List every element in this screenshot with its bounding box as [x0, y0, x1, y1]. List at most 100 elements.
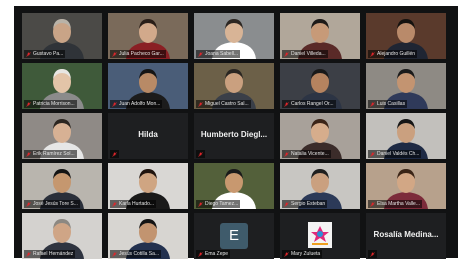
- participant-display-name: Humberto Diegl...: [200, 130, 268, 139]
- mic-muted-icon: [112, 151, 117, 157]
- participant-name-tag: Juan Adolfo Mon...: [110, 100, 163, 108]
- participant-name: Karla Hurtado...: [119, 201, 155, 207]
- participant-name: Daniel Valdés Ch...: [377, 151, 420, 157]
- participant-name: Miguel Castro Sal...: [205, 101, 249, 107]
- mic-muted-icon: [198, 251, 203, 257]
- participant-name: Joana Sabell...: [205, 51, 239, 57]
- mic-muted-icon: [112, 51, 117, 57]
- mic-muted-icon: [370, 201, 375, 207]
- participant-name: Diego Tamez...: [205, 201, 239, 207]
- participant-display-name: Rosalía Medina...: [373, 230, 439, 239]
- participant-tile[interactable]: Erik Ramírez Sol...: [22, 113, 102, 159]
- participant-name-tag: Karla Hurtado...: [110, 200, 157, 208]
- participant-name-tag: Julia Pacheco Gar...: [110, 50, 166, 58]
- participant-tile[interactable]: Karla Hurtado...: [108, 163, 188, 209]
- participant-tile[interactable]: E Ema Zepe: [194, 213, 274, 259]
- mic-muted-icon: [26, 51, 31, 57]
- participant-name-tag: Rafael Hernández: [24, 250, 76, 258]
- mic-muted-icon: [26, 251, 31, 257]
- participant-name-tag: [196, 150, 205, 158]
- participant-name: Gustavo Pa...: [33, 51, 64, 57]
- participant-name: Juan Adolfo Mon...: [119, 101, 161, 107]
- participant-name-tag: Miguel Castro Sal...: [196, 100, 251, 108]
- participant-tile[interactable]: Diego Tamez...: [194, 163, 274, 209]
- participant-tile[interactable]: Juan Adolfo Mon...: [108, 63, 188, 109]
- participant-name-tag: Patricia Morrison...: [24, 100, 77, 108]
- participant-gallery: Gustavo Pa... Julia Pacheco Gar... Joana S…: [22, 13, 446, 259]
- participant-name: Daniel Villeda...: [291, 51, 326, 57]
- participant-tile[interactable]: Rosalía Medina...: [366, 213, 446, 259]
- participant-tile[interactable]: Patricia Morrison...: [22, 63, 102, 109]
- participant-tile[interactable]: Daniel Villeda...: [280, 13, 360, 59]
- mic-muted-icon: [284, 101, 289, 107]
- participant-tile[interactable]: Carlos Rangel Or...: [280, 63, 360, 109]
- participant-tile[interactable]: Humberto Diegl...: [194, 113, 274, 159]
- participant-name-tag: [110, 150, 119, 158]
- mic-muted-icon: [370, 51, 375, 57]
- participant-name-tag: Natalia Vicente...: [282, 150, 331, 158]
- participant-tile[interactable]: Luis Casillas: [366, 63, 446, 109]
- participant-name: Natalia Vicente...: [291, 151, 329, 157]
- participant-tile[interactable]: Rafael Hernández: [22, 213, 102, 259]
- participant-name-tag: Ema Zepe: [196, 250, 231, 258]
- participant-name-tag: Sergio Esteban: [282, 200, 328, 208]
- mic-muted-icon: [26, 201, 31, 207]
- mic-muted-icon: [26, 101, 31, 107]
- mic-muted-icon: [284, 151, 289, 157]
- mic-muted-icon: [198, 101, 203, 107]
- participant-name: Patricia Morrison...: [33, 101, 75, 107]
- participant-name: Ema Zepe: [205, 251, 229, 257]
- participant-name-tag: Joana Sabell...: [196, 50, 241, 58]
- participant-avatar: E: [220, 223, 248, 249]
- participant-name-tag: Daniel Villeda...: [282, 50, 328, 58]
- participant-tile[interactable]: Joana Sabell...: [194, 13, 274, 59]
- participant-tile[interactable]: Natalia Vicente...: [280, 113, 360, 159]
- mic-muted-icon: [284, 51, 289, 57]
- video-call-window: Gustavo Pa... Julia Pacheco Gar... Joana S…: [14, 6, 458, 259]
- mic-muted-icon: [112, 101, 117, 107]
- participant-name-tag: Daniel Valdés Ch...: [368, 150, 422, 158]
- participant-name-tag: Elsa Martha Valle...: [368, 200, 422, 208]
- mic-muted-icon: [198, 51, 203, 57]
- participant-tile[interactable]: Hilda: [108, 113, 188, 159]
- participant-tile[interactable]: Miguel Castro Sal...: [194, 63, 274, 109]
- participant-name-tag: Erik Ramírez Sol...: [24, 150, 77, 158]
- participant-tile[interactable]: Gustavo Pa...: [22, 13, 102, 59]
- participant-name-tag: [368, 250, 377, 258]
- mic-muted-icon: [26, 151, 31, 157]
- participant-name: Sergio Esteban: [291, 201, 326, 207]
- participant-name-tag: Luis Casillas: [368, 100, 408, 108]
- participant-name-tag: Alejandro Guillén: [368, 50, 418, 58]
- mic-muted-icon: [284, 251, 289, 257]
- mic-muted-icon: [370, 101, 375, 107]
- participant-tile[interactable]: José Jesús Tore S...: [22, 163, 102, 209]
- participant-name: Mary Zulueta: [291, 251, 321, 257]
- participant-tile[interactable]: Mary Zulueta: [280, 213, 360, 259]
- mic-muted-icon: [370, 151, 375, 157]
- participant-name: Carlos Rangel Or...: [291, 101, 334, 107]
- participant-name-tag: Mary Zulueta: [282, 250, 323, 258]
- participant-tile[interactable]: Elsa Martha Valle...: [366, 163, 446, 209]
- mic-muted-icon: [112, 251, 117, 257]
- participant-name: Jesús Cotilla Sa...: [119, 251, 160, 257]
- participant-name-tag: Diego Tamez...: [196, 200, 241, 208]
- participant-name: Erik Ramírez Sol...: [33, 151, 75, 157]
- mic-muted-icon: [284, 201, 289, 207]
- participant-name-tag: Carlos Rangel Or...: [282, 100, 336, 108]
- participant-tile[interactable]: Alejandro Guillén: [366, 13, 446, 59]
- participant-name-tag: Gustavo Pa...: [24, 50, 66, 58]
- participant-tile[interactable]: Daniel Valdés Ch...: [366, 113, 446, 159]
- participant-name: Luis Casillas: [377, 101, 406, 107]
- participant-tile[interactable]: Julia Pacheco Gar...: [108, 13, 188, 59]
- mic-muted-icon: [198, 201, 203, 207]
- participant-name-tag: José Jesús Tore S...: [24, 200, 80, 208]
- participant-name: Alejandro Guillén: [377, 51, 416, 57]
- participant-name: Rafael Hernández: [33, 251, 74, 257]
- participant-name-tag: Jesús Cotilla Sa...: [110, 250, 162, 258]
- mic-muted-icon: [370, 251, 375, 257]
- participant-name: Elsa Martha Valle...: [377, 201, 420, 207]
- participant-tile[interactable]: Sergio Esteban: [280, 163, 360, 209]
- participant-name: Julia Pacheco Gar...: [119, 51, 164, 57]
- mic-muted-icon: [198, 151, 203, 157]
- participant-tile[interactable]: Jesús Cotilla Sa...: [108, 213, 188, 259]
